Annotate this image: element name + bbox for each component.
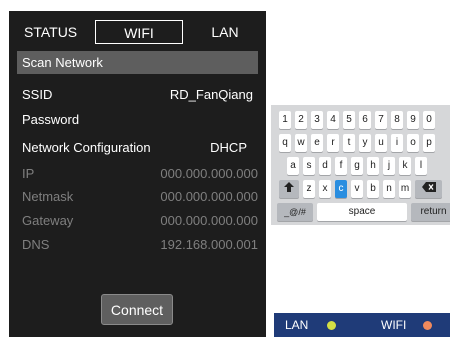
gateway-row: Gateway 000.000.000.000 [17, 211, 258, 231]
key[interactable]: r [327, 134, 339, 152]
scan-network-button[interactable]: Scan Network [17, 51, 258, 74]
key[interactable]: 4 [327, 111, 339, 129]
key[interactable]: t [343, 134, 355, 152]
key[interactable]: h [367, 157, 379, 175]
key[interactable]: y [359, 134, 371, 152]
key[interactable]: w [295, 134, 307, 152]
key[interactable]: o [407, 134, 419, 152]
tab-status[interactable]: STATUS [24, 20, 78, 44]
symbols-key[interactable]: _@/# [277, 203, 313, 221]
password-label: Password [22, 112, 80, 127]
key[interactable]: m [399, 180, 411, 198]
key[interactable]: a [287, 157, 299, 175]
key[interactable]: 1 [279, 111, 291, 129]
network-config-label: Network Configuration [22, 140, 151, 155]
key[interactable]: 5 [343, 111, 355, 129]
tab-bar: STATUS WIFI LAN [9, 11, 266, 51]
key[interactable]: g [351, 157, 363, 175]
key[interactable]: 7 [375, 111, 387, 129]
tab-lan[interactable]: LAN [205, 20, 245, 44]
key[interactable]: e [311, 134, 323, 152]
netmask-label: Netmask [22, 189, 74, 204]
key[interactable]: d [319, 157, 331, 175]
key[interactable]: i [391, 134, 403, 152]
key[interactable]: p [423, 134, 435, 152]
shift-key[interactable] [279, 180, 299, 198]
key[interactable]: 8 [391, 111, 403, 129]
gateway-label: Gateway [22, 213, 74, 228]
key[interactable]: 3 [311, 111, 323, 129]
tab-wifi[interactable]: WIFI [95, 20, 183, 44]
ssid-value[interactable]: RD_FanQiang [170, 85, 253, 105]
key[interactable]: 9 [407, 111, 419, 129]
key[interactable]: l [415, 157, 427, 175]
backspace-key[interactable] [415, 180, 442, 198]
lan-status-label: LAN [285, 318, 309, 332]
ssid-label: SSID [22, 87, 53, 102]
key[interactable]: n [383, 180, 395, 198]
network-config-row[interactable]: Network Configuration DHCP [17, 138, 250, 158]
key[interactable]: k [399, 157, 411, 175]
return-key[interactable]: return [411, 203, 450, 221]
key[interactable]: j [383, 157, 395, 175]
wifi-status-label: WIFI [381, 318, 407, 332]
key[interactable]: s [303, 157, 315, 175]
space-key[interactable]: space [317, 203, 407, 221]
key[interactable]: x [319, 180, 331, 198]
dns-row: DNS 192.168.000.001 [17, 235, 258, 255]
netmask-value: 000.000.000.000 [160, 189, 258, 204]
ip-label: IP [22, 166, 35, 181]
key[interactable]: 6 [359, 111, 371, 129]
ip-row: IP 000.000.000.000 [17, 164, 258, 184]
shift-icon [283, 182, 295, 194]
key[interactable]: b [367, 180, 379, 198]
key[interactable]: 2 [295, 111, 307, 129]
connect-button[interactable]: Connect [101, 294, 173, 325]
key-selected[interactable]: c [335, 180, 347, 198]
dns-value: 192.168.000.001 [160, 237, 258, 252]
backspace-icon [421, 182, 436, 194]
key[interactable]: f [335, 157, 347, 175]
netmask-row: Netmask 000.000.000.000 [17, 187, 258, 207]
gateway-value: 000.000.000.000 [160, 213, 258, 228]
wifi-settings-panel: STATUS WIFI LAN Scan Network SSID RD_Fan… [9, 11, 266, 337]
key[interactable]: v [351, 180, 363, 198]
lan-status-dot [327, 321, 336, 330]
network-config-value[interactable]: DHCP [210, 138, 247, 158]
dns-label: DNS [22, 237, 50, 252]
connection-status-bar: LAN WIFI [274, 313, 450, 337]
key[interactable]: 0 [423, 111, 435, 129]
key[interactable]: z [303, 180, 315, 198]
key[interactable]: q [279, 134, 291, 152]
password-row[interactable]: Password [17, 110, 250, 130]
ip-value: 000.000.000.000 [160, 166, 258, 181]
key[interactable]: u [375, 134, 387, 152]
on-screen-keyboard: 1 2 3 4 5 6 7 8 9 0 q w e r t y u i o p … [271, 105, 450, 225]
wifi-status-dot [423, 321, 432, 330]
ssid-row[interactable]: SSID RD_FanQiang [17, 85, 253, 105]
